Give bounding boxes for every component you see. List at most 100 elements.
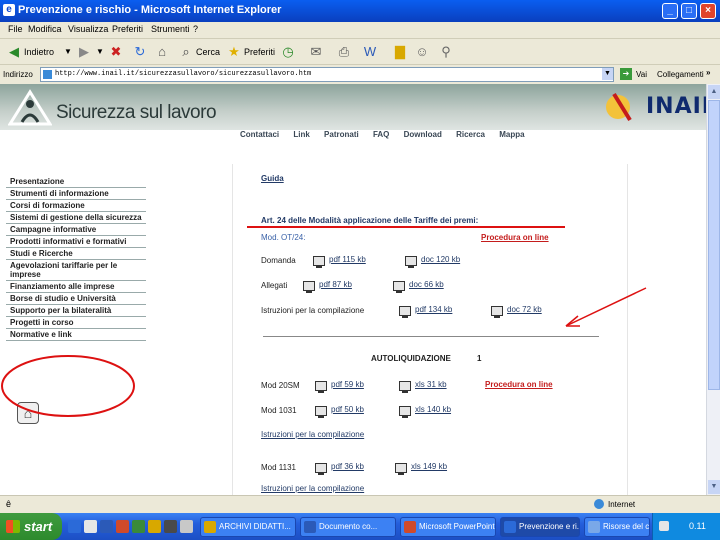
allegati-pdf-link[interactable]: pdf 87 kb — [319, 280, 352, 289]
search-label[interactable]: Cerca — [196, 47, 220, 57]
site-logo-icon[interactable] — [8, 88, 52, 128]
window-titlebar[interactable]: e Prevenzione e rischio - Microsoft Inte… — [0, 0, 720, 22]
allegati-doc-link[interactable]: doc 66 kb — [409, 280, 444, 289]
back-dropdown-icon[interactable]: ▼ — [60, 44, 76, 60]
go-arrow-icon[interactable]: ➔ — [620, 68, 632, 80]
sidebar-item-campagne[interactable]: Campagne informative — [6, 224, 146, 236]
task-archivi[interactable]: ARCHIVI DIDATTI... — [200, 517, 296, 537]
edit-icon[interactable]: W — [362, 44, 378, 60]
istruzioni-link-1[interactable]: Istruzioni per la compilazione — [261, 430, 364, 439]
refresh-icon[interactable]: ↻ — [132, 44, 148, 60]
nav-ricerca[interactable]: Ricerca — [456, 130, 485, 139]
quicklaunch-explorer-icon[interactable] — [148, 520, 161, 533]
mail-icon[interactable]: ✉ — [308, 44, 324, 60]
search-icon[interactable]: ⌕ — [178, 44, 194, 60]
scroll-up-icon[interactable]: ▲ — [708, 85, 720, 99]
menu-file[interactable]: File — [8, 24, 23, 34]
quicklaunch-powerpoint-icon[interactable] — [116, 520, 129, 533]
sidebar-item-presentazione[interactable]: Presentazione — [6, 176, 146, 188]
istruzioni-link-2[interactable]: Istruzioni per la compilazione — [261, 484, 364, 493]
folder-icon[interactable]: ▇ — [392, 44, 408, 60]
sidebar-item-corsi[interactable]: Corsi di formazione — [6, 200, 146, 212]
menu-favorites[interactable]: Preferiti — [112, 24, 143, 34]
address-input[interactable]: http://www.inail.it/sicurezzasullavoro/s… — [40, 67, 614, 82]
sidebar-item-agevolazioni[interactable]: Agevolazioni tariffarie per le imprese — [6, 260, 146, 281]
guide-link[interactable]: Guida — [261, 174, 284, 183]
domanda-pdf-link[interactable]: pdf 115 kb — [329, 255, 366, 264]
sidebar-item-progetti[interactable]: Progetti in corso — [6, 317, 146, 329]
task-documento[interactable]: Documento co... — [300, 517, 396, 537]
mod1031-pdf-link[interactable]: pdf 50 kb — [331, 405, 364, 414]
quicklaunch-desktop-icon[interactable] — [84, 520, 97, 533]
doc-file-icon — [491, 306, 503, 318]
mod20sm-procedura-link[interactable]: Procedura on line — [485, 380, 553, 389]
allegati-label: Allegati — [261, 281, 288, 290]
nav-link[interactable]: Link — [293, 130, 309, 139]
address-dropdown-icon[interactable]: ▼ — [602, 68, 613, 80]
menu-edit[interactable]: Modifica — [28, 24, 62, 34]
task-risorse[interactable]: Risorse del computer — [584, 517, 650, 537]
back-label[interactable]: Indietro — [24, 47, 54, 57]
mod1131-xls-link[interactable]: xls 149 kb — [411, 462, 447, 471]
history-icon[interactable]: ◷ — [280, 44, 296, 60]
nav-mappa[interactable]: Mappa — [499, 130, 524, 139]
task-ie[interactable]: Prevenzione e ri... — [500, 517, 580, 537]
sidebar-item-prodotti[interactable]: Prodotti informativi e formativi — [6, 236, 146, 248]
start-button[interactable]: start — [0, 513, 62, 540]
tray-icon[interactable] — [659, 521, 669, 531]
task-powerpoint[interactable]: Microsoft PowerPoint... — [400, 517, 496, 537]
favorites-icon[interactable]: ★ — [226, 44, 242, 60]
minimize-button[interactable]: _ — [662, 3, 678, 19]
home-toolbar-icon[interactable]: ⌂ — [154, 44, 170, 60]
istruzioni-pdf-link[interactable]: pdf 134 kb — [415, 305, 452, 314]
quicklaunch-media-icon[interactable] — [164, 520, 177, 533]
mod1031-xls-link[interactable]: xls 140 kb — [415, 405, 451, 414]
favorites-label[interactable]: Preferiti — [244, 47, 275, 57]
links-button[interactable]: Collegamenti — [657, 70, 704, 79]
mod20sm-pdf-link[interactable]: pdf 59 kb — [331, 380, 364, 389]
mod1131-label: Mod 1131 — [261, 463, 296, 472]
links-chevron-icon[interactable]: » — [706, 68, 710, 77]
stop-icon[interactable]: ✖ — [108, 44, 124, 60]
sidebar-item-finanziamento[interactable]: Finanziamento alle imprese — [6, 281, 146, 293]
mod20sm-xls-link[interactable]: xls 31 kb — [415, 380, 447, 389]
internet-zone-icon — [594, 499, 604, 509]
istruzioni-doc-link[interactable]: doc 72 kb — [507, 305, 542, 314]
quicklaunch-word-icon[interactable] — [100, 520, 113, 533]
maximize-button[interactable]: □ — [681, 3, 697, 19]
back-icon[interactable]: ◀ — [6, 44, 22, 60]
sidebar-item-strumenti[interactable]: Strumenti di informazione — [6, 188, 146, 200]
messenger-icon[interactable]: ☺ — [414, 44, 430, 60]
procedura-online-link[interactable]: Procedura on line — [481, 233, 549, 242]
sidebar-item-studi[interactable]: Studi e Ricerche — [6, 248, 146, 260]
menu-tools[interactable]: Strumenti — [151, 24, 190, 34]
nav-patronati[interactable]: Patronati — [324, 130, 359, 139]
quicklaunch-more-icon[interactable] — [180, 520, 193, 533]
mod1131-pdf-link[interactable]: pdf 36 kb — [331, 462, 364, 471]
pdf-file-icon — [303, 281, 315, 293]
print-icon[interactable]: ⎙ — [336, 44, 352, 60]
menu-view[interactable]: Visualizza — [68, 24, 108, 34]
nav-faq[interactable]: FAQ — [373, 130, 389, 139]
vertical-scrollbar[interactable]: ▲ ▼ — [706, 84, 720, 495]
forward-icon[interactable]: ▶ — [76, 44, 92, 60]
domanda-doc-link[interactable]: doc 120 kb — [421, 255, 460, 264]
scroll-down-icon[interactable]: ▼ — [708, 480, 720, 494]
sidebar-item-normative[interactable]: Normative e link — [6, 329, 146, 341]
sidebar-item-sistemi[interactable]: Sistemi di gestione della sicurezza — [6, 212, 146, 224]
menu-help[interactable]: ? — [193, 24, 198, 34]
forward-dropdown-icon[interactable]: ▼ — [92, 44, 108, 60]
nav-download[interactable]: Download — [404, 130, 442, 139]
address-url: http://www.inail.it/sicurezzasullavoro/s… — [55, 70, 312, 78]
sidebar-item-borse[interactable]: Borse di studio e Università — [6, 293, 146, 305]
research-icon[interactable]: ⚲ — [438, 44, 454, 60]
quicklaunch-ie-icon[interactable] — [68, 520, 81, 533]
quicklaunch-excel-icon[interactable] — [132, 520, 145, 533]
task-documento-label: Documento co... — [319, 522, 378, 531]
go-button[interactable]: Vai — [636, 70, 647, 79]
sidebar-item-bilateralita[interactable]: Supporto per la bilateralità — [6, 305, 146, 317]
toolbar: ◀ Indietro ▼ ▶ ▼ ✖ ↻ ⌂ ⌕ Cerca ★ Preferi… — [0, 38, 720, 64]
scroll-thumb[interactable] — [708, 100, 720, 390]
nav-contattaci[interactable]: Contattaci — [240, 130, 279, 139]
close-button[interactable]: × — [700, 3, 716, 19]
